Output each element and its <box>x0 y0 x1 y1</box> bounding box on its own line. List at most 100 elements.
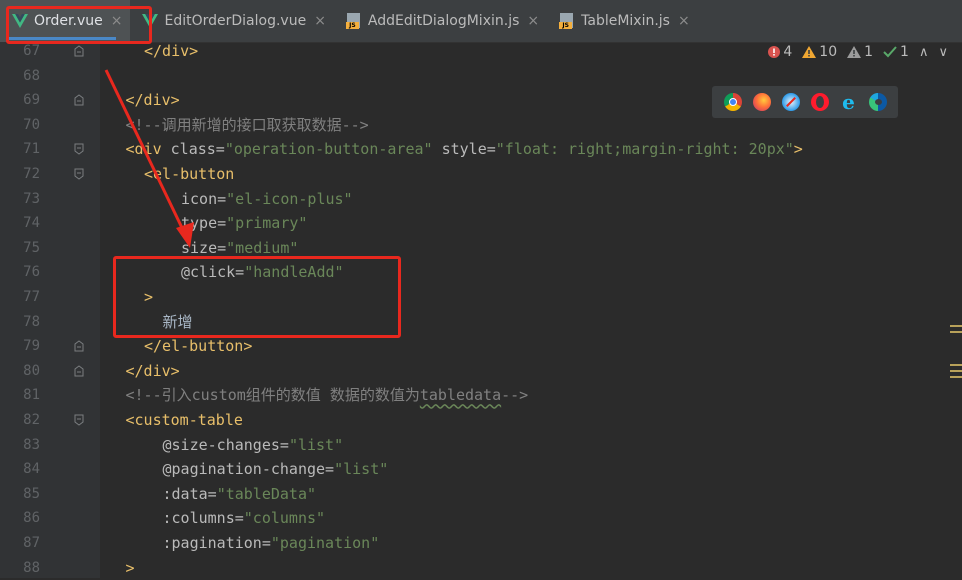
safari-icon[interactable] <box>781 93 800 111</box>
error-count[interactable]: 4 <box>768 44 792 60</box>
code-token: <!--调用新增的接口取获取数据--> <box>125 115 369 134</box>
js-badge: JS <box>559 22 573 29</box>
close-icon[interactable]: × <box>314 13 326 29</box>
vue-icon <box>142 14 159 28</box>
code-line: @click="handleAdd" <box>181 260 344 285</box>
code-token: <custom-table <box>125 411 243 429</box>
fold-marker-icon[interactable] <box>74 168 84 180</box>
js-icon: JS <box>345 13 362 29</box>
js-icon: JS <box>559 13 575 29</box>
code-line: :data="tableData" <box>163 482 317 507</box>
tab-order-vue[interactable]: Order.vue × <box>0 0 131 42</box>
vue-icon <box>12 14 28 28</box>
code-token: "float: right;margin-right: 20px" <box>495 140 794 159</box>
weak-warning-count[interactable]: 1 <box>847 44 873 60</box>
code-token: "primary" <box>226 214 308 233</box>
line-number: 74 <box>23 215 40 232</box>
tab-label: EditOrderDialog.vue <box>164 13 307 29</box>
fold-marker-icon[interactable] <box>74 340 84 352</box>
line-number: 88 <box>23 559 40 576</box>
scrollbar-marker <box>950 364 962 366</box>
line-number: 77 <box>23 289 40 305</box>
line-number: 81 <box>23 387 40 404</box>
close-icon[interactable]: × <box>527 13 539 29</box>
code-token: @size-changes= <box>162 435 289 454</box>
tab-label: TableMixin.js <box>581 13 670 29</box>
code-token: <el-button <box>144 165 235 183</box>
close-icon[interactable]: × <box>678 13 690 29</box>
scrollbar-marker <box>950 376 962 378</box>
code-line: </div> <box>126 88 180 113</box>
code-token: </el-button> <box>144 337 253 356</box>
close-icon[interactable]: × <box>111 13 123 29</box>
line-number: 84 <box>23 461 40 478</box>
code-token: <!--引入custom组件的数值 数据的数值为 <box>125 386 420 405</box>
tab-editorderdialog-vue[interactable]: EditOrderDialog.vue × <box>130 0 333 42</box>
line-number: 87 <box>23 535 40 551</box>
code-token: > <box>144 288 154 306</box>
code-line: <el-button <box>144 162 234 187</box>
code-line: </el-button> <box>144 334 252 359</box>
code-token: @pagination-change= <box>162 460 335 479</box>
edge-icon[interactable] <box>868 93 887 111</box>
line-number: 78 <box>23 313 40 330</box>
code-token: @click= <box>181 263 245 282</box>
browser-preview-toolbar: e <box>712 86 898 118</box>
line-number: 80 <box>23 362 40 379</box>
code-token: "pagination" <box>270 534 380 552</box>
code-line: <div class="operation-button-area" style… <box>126 137 803 162</box>
tab-tablemixin-js[interactable]: JS TableMixin.js × <box>547 0 698 42</box>
code-line: 新增 <box>163 310 193 335</box>
editor-tab-bar: Order.vue × EditOrderDialog.vue × JS AddEditD… <box>0 0 962 43</box>
line-number: 72 <box>23 166 40 182</box>
line-number: 76 <box>23 264 40 281</box>
scrollbar-marker <box>950 370 962 372</box>
code-token: --> <box>501 386 529 405</box>
line-number: 85 <box>23 485 40 502</box>
code-token: "el-icon-plus" <box>226 189 353 208</box>
chrome-icon[interactable] <box>723 93 742 111</box>
code-line: :pagination="pagination" <box>163 531 380 556</box>
code-token: "tableData" <box>216 484 317 503</box>
code-token: "list" <box>288 435 344 454</box>
code-editor[interactable]: </div> </div> <!--调用新增的接口取获取数据--> <div clas… <box>100 42 962 578</box>
code-line: </div> <box>126 359 180 384</box>
line-number: 67 <box>23 43 40 59</box>
code-token: class= <box>170 140 225 159</box>
code-token: > <box>793 140 803 159</box>
scrollbar-marker <box>950 325 962 327</box>
next-problem-button[interactable]: ∨ <box>938 45 948 60</box>
code-token: > <box>125 558 135 577</box>
code-line: <!--调用新增的接口取获取数据--> <box>126 113 369 138</box>
line-number: 75 <box>23 239 40 256</box>
code-token: icon= <box>181 189 227 208</box>
fold-marker-icon[interactable] <box>74 94 84 106</box>
line-number: 71 <box>23 141 40 158</box>
inspection-widget[interactable]: 4 10 1 1 ∧ ∨ <box>768 44 948 60</box>
previous-problem-button[interactable]: ∧ <box>919 45 929 60</box>
error-icon <box>768 46 781 58</box>
code-token: type= <box>181 214 227 233</box>
code-line: :columns="columns" <box>163 506 326 531</box>
tab-addeditdialogmixin-js[interactable]: JS AddEditDialogMixin.js × <box>334 0 547 42</box>
fold-marker-icon[interactable] <box>74 414 84 426</box>
code-token: </div> <box>125 91 180 110</box>
code-token: "medium" <box>226 238 299 257</box>
ok-count[interactable]: 1 <box>883 44 909 60</box>
code-token: "columns" <box>243 509 326 528</box>
ie-icon[interactable]: e <box>840 92 858 112</box>
opera-icon[interactable] <box>810 93 829 111</box>
fold-marker-icon[interactable] <box>74 45 84 57</box>
fold-marker-icon[interactable] <box>74 365 84 377</box>
line-number: 68 <box>23 67 40 84</box>
code-line: @pagination-change="list" <box>163 457 389 482</box>
warning-count[interactable]: 10 <box>802 44 837 60</box>
firefox-icon[interactable] <box>752 93 771 111</box>
code-token: :pagination= <box>162 534 271 552</box>
warning-icon <box>802 46 817 58</box>
check-icon <box>883 46 897 58</box>
code-token: style= <box>441 140 496 159</box>
line-number-gutter: 67 68 69 70 71 72 73 74 75 76 77 78 79 80 81 82 83 84 85 86… <box>0 42 100 578</box>
fold-marker-icon[interactable] <box>74 143 84 156</box>
code-line: > <box>126 556 135 580</box>
